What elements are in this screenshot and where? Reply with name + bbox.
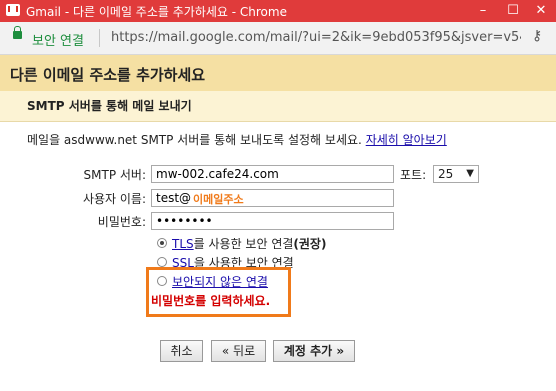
smtp-server-input[interactable] [151,165,394,183]
page-title: 다른 이메일 주소를 추가하세요 [10,66,206,84]
section-title: SMTP 서버를 통해 메일 보내기 [27,99,192,113]
dialog-heading: 다른 이메일 주소를 추가하세요 [0,55,556,91]
option-insecure[interactable]: 보안되지 않은 연결 [172,273,268,290]
minimize-button[interactable]: – [468,0,498,22]
radio-tls[interactable] [157,238,167,248]
tls-text: 를 사용한 보안 연결 [193,237,294,251]
window-titlebar: Gmail - 다른 이메일 주소를 추가하세요 - Chrome – ☐ ✕ [0,0,556,22]
smtp-label: SMTP 서버: [83,168,146,182]
radio-insecure[interactable] [157,276,167,286]
port-select[interactable]: 25 ▼ [433,165,479,183]
divider [99,29,100,47]
port-label: 포트: [400,168,427,182]
tls-suffix: (권장) [293,237,327,251]
gmail-icon [6,4,20,16]
url-text[interactable]: https://mail.google.com/mail/?ui=2&ik=9e… [111,30,521,45]
radio-ssl[interactable] [157,257,167,267]
key-icon[interactable]: ⚷ [532,28,542,44]
dropdown-arrow-icon: ▼ [466,168,474,179]
password-label: 비밀번호: [97,215,146,229]
username-input[interactable] [151,189,394,207]
close-button[interactable]: ✕ [526,0,556,22]
dialog-subheading: SMTP 서버를 통해 메일 보내기 [0,91,556,122]
address-bar[interactable]: 보안 연결 https://mail.google.com/mail/?ui=2… [0,22,556,55]
username-annotation: 이메일주소 [193,193,244,206]
description: 메일을 asdwww.net SMTP 서버를 통해 보내도록 설정해 보세요.… [27,131,447,148]
maximize-button[interactable]: ☐ [498,0,528,22]
port-value: 25 [438,167,454,181]
lock-icon [13,26,22,39]
password-input[interactable] [151,212,394,230]
learn-more-link[interactable]: 자세히 알아보기 [366,133,447,147]
username-label: 사용자 이름: [82,192,146,206]
error-message: 비밀번호를 입력하세요. [151,294,271,308]
cancel-button[interactable]: 취소 [160,340,203,362]
window-title: Gmail - 다른 이메일 주소를 추가하세요 - Chrome [26,5,287,19]
option-tls[interactable]: TLS를 사용한 보안 연결(권장) [172,235,326,252]
insecure-link[interactable]: 보안되지 않은 연결 [172,275,268,289]
security-indicator[interactable]: 보안 연결 [32,30,84,49]
tls-link[interactable]: TLS [172,237,194,251]
description-text: 메일을 asdwww.net SMTP 서버를 통해 보내도록 설정해 보세요. [27,133,362,147]
back-button[interactable]: « 뒤로 [211,340,266,362]
add-account-button[interactable]: 계정 추가 » [273,340,355,362]
